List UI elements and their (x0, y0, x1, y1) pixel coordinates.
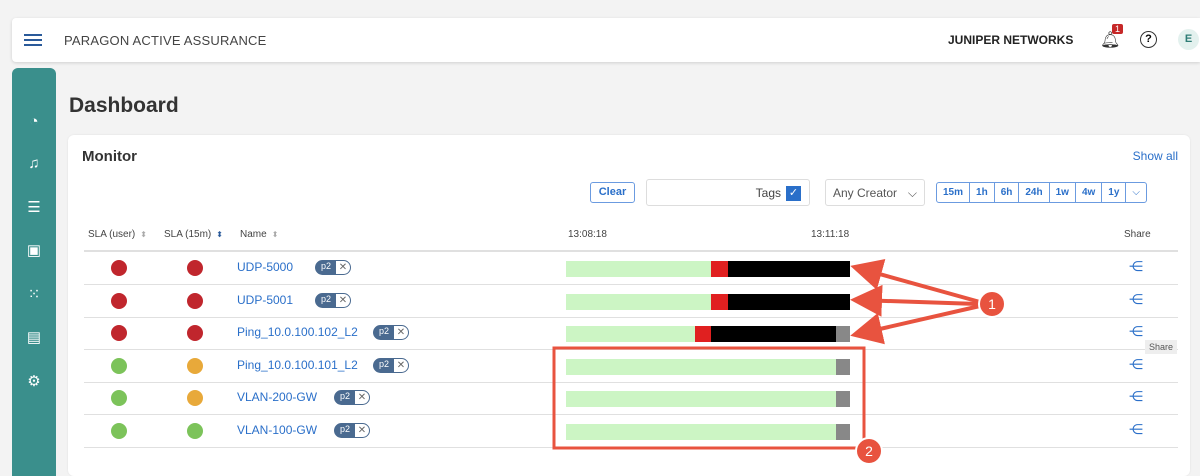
annotation-overlay: 1 2 (552, 259, 1006, 465)
annotation-arrow (850, 284, 979, 317)
annotation-box (552, 346, 866, 450)
annotation-arrow (850, 304, 981, 345)
annotation-1-label: 1 (988, 296, 996, 312)
annotation-arrow (850, 259, 981, 304)
annotation-2-label: 2 (865, 443, 873, 459)
